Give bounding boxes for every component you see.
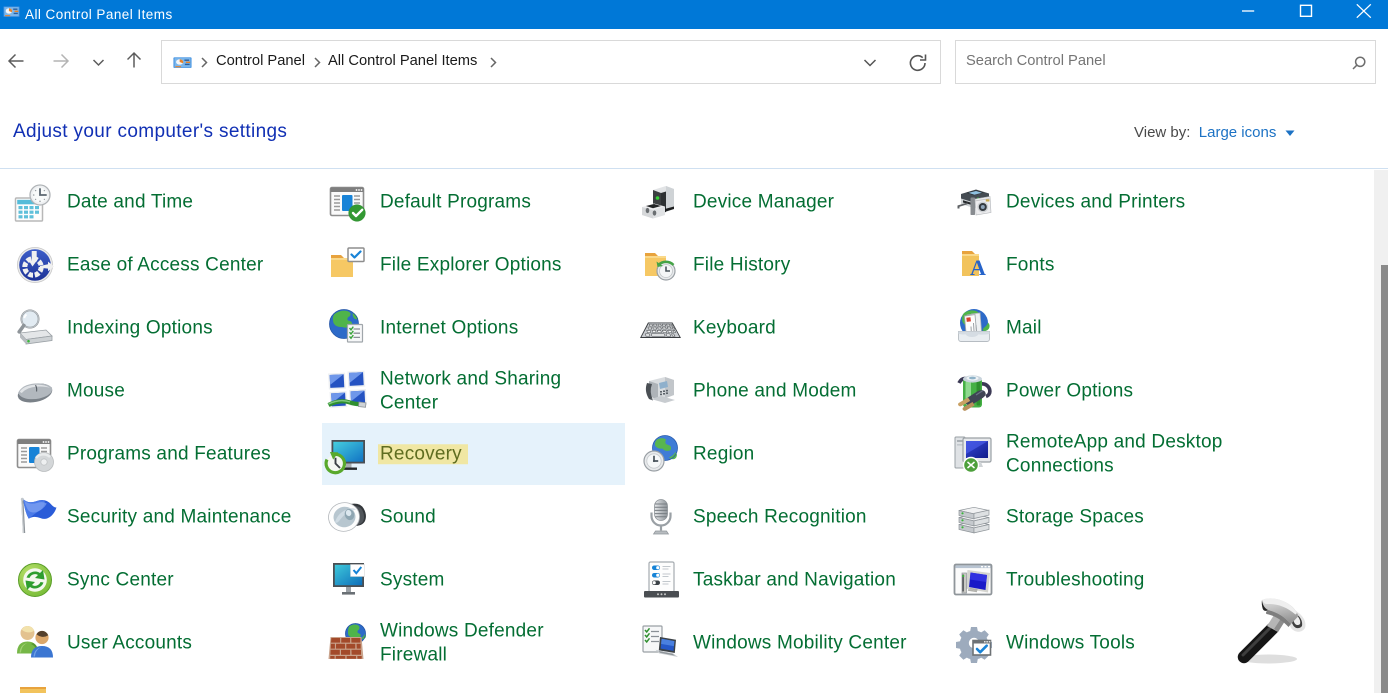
svg-text:A: A: [970, 255, 986, 280]
